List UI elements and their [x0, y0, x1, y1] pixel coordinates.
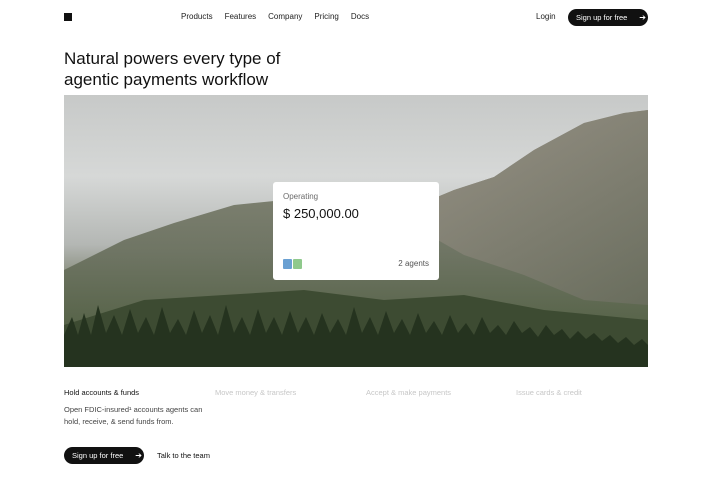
- nav-company[interactable]: Company: [268, 12, 302, 21]
- signup-label-top: Sign up for free: [576, 13, 628, 22]
- signup-button-top[interactable]: Sign up for free ➔: [568, 9, 648, 26]
- account-card: Operating $ 250,000.00 2 agents: [273, 182, 439, 280]
- nav-features[interactable]: Features: [225, 12, 257, 21]
- feature-description: Open FDIC-insured¹ accounts agents can h…: [64, 405, 203, 426]
- nav-pricing[interactable]: Pricing: [314, 12, 338, 21]
- tab-issue-cards[interactable]: Issue cards & credit: [516, 388, 582, 397]
- page-title: Natural powers every type of agentic pay…: [64, 49, 281, 90]
- nav-products[interactable]: Products: [181, 12, 213, 21]
- login-link[interactable]: Login: [536, 12, 556, 21]
- tab-move-money[interactable]: Move money & transfers: [215, 388, 296, 397]
- signup-label-bottom: Sign up for free: [72, 451, 124, 460]
- logo-square-icon[interactable]: [64, 13, 72, 21]
- top-nav: Products Features Company Pricing Docs L…: [0, 0, 720, 36]
- arrow-right-icon: ➔: [639, 13, 646, 22]
- card-chip-icon: [283, 259, 303, 269]
- chip-blue: [283, 259, 292, 269]
- tab-hold-accounts[interactable]: Hold accounts & funds: [64, 388, 139, 397]
- main-menu: Products Features Company Pricing Docs: [181, 12, 369, 21]
- chip-green: [293, 259, 302, 269]
- talk-to-team-link[interactable]: Talk to the team: [157, 451, 210, 460]
- signup-button-bottom[interactable]: Sign up for free ➔: [64, 447, 144, 464]
- nav-docs[interactable]: Docs: [351, 12, 369, 21]
- account-balance: $ 250,000.00: [283, 206, 359, 221]
- tab-accept-payments[interactable]: Accept & make payments: [366, 388, 451, 397]
- account-label: Operating: [283, 192, 319, 201]
- agents-count: 2 agents: [398, 259, 429, 268]
- arrow-right-icon: ➔: [135, 451, 142, 460]
